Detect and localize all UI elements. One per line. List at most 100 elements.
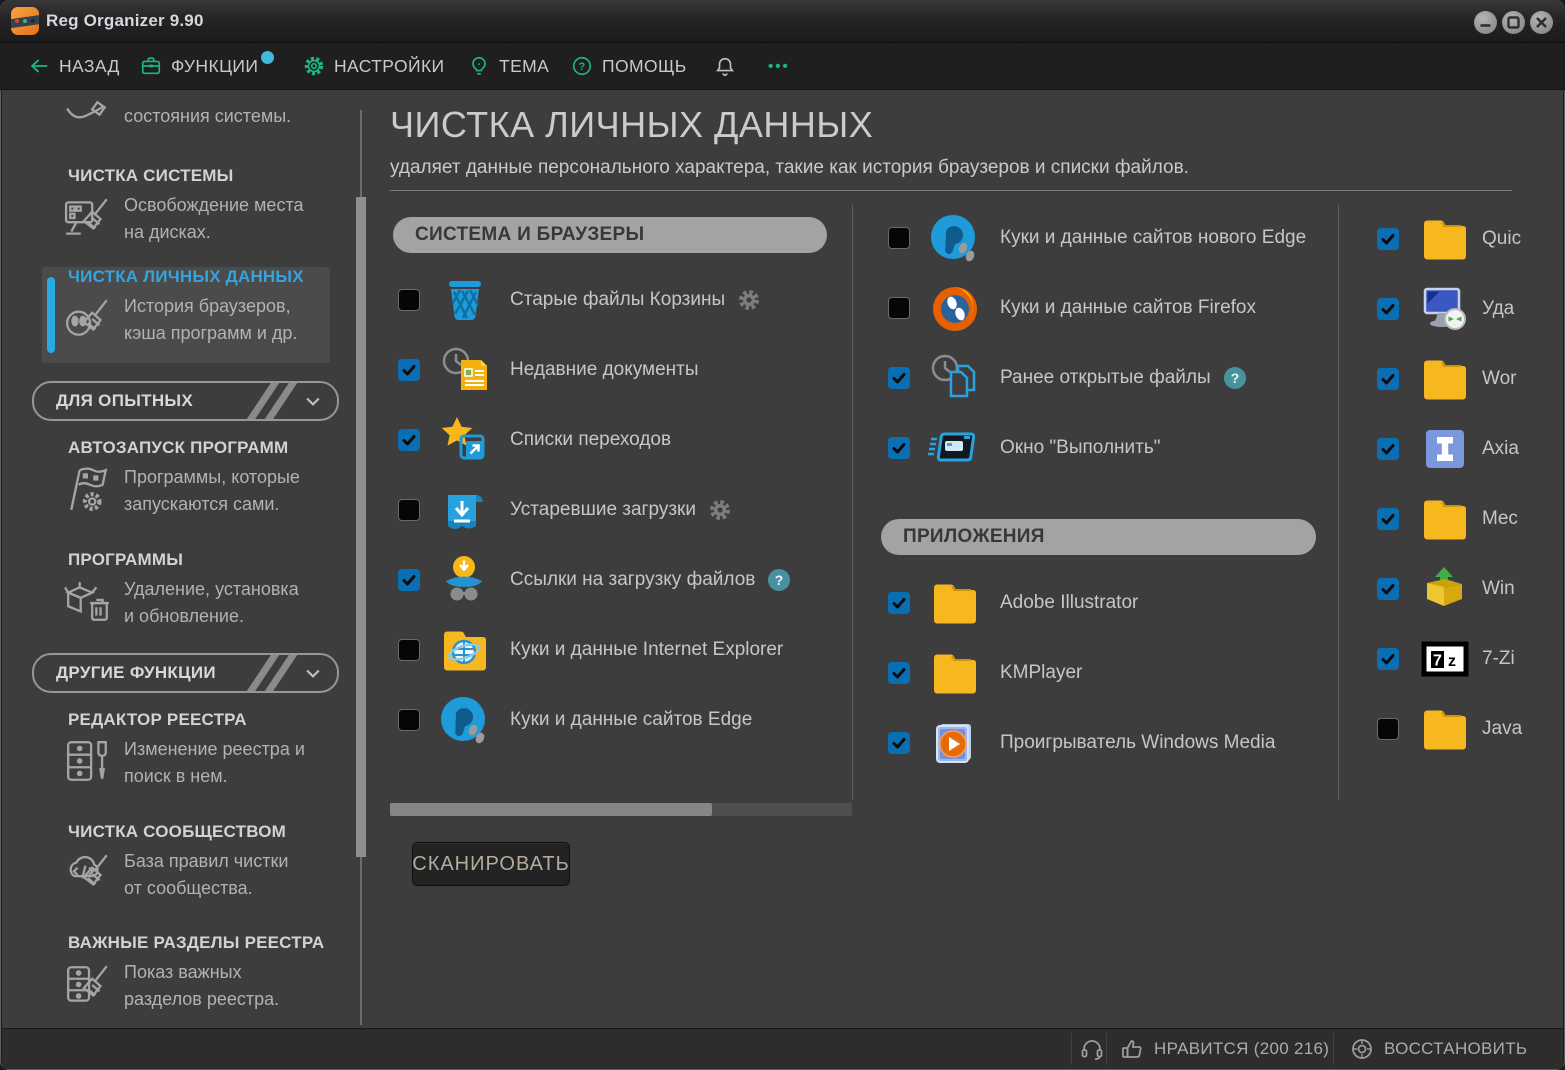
checkbox-checked[interactable] bbox=[1377, 298, 1399, 320]
cleanup-item-row[interactable]: Ссылки на загрузку файлов? bbox=[390, 545, 852, 615]
checkbox-checked[interactable] bbox=[1377, 578, 1399, 600]
svg-text:?: ? bbox=[775, 572, 784, 588]
cleanup-item-row[interactable]: Куки и данные сайтов Firefox bbox=[880, 273, 1338, 343]
section-header-pill: ПРИЛОЖЕНИЯ bbox=[881, 519, 1316, 555]
cleanup-item-row[interactable]: Окно "Выполнить" bbox=[880, 413, 1338, 483]
sidebar-item-programs[interactable]: ПРОГРАММЫУдаление, установкаи обновление… bbox=[2, 550, 352, 660]
checkbox-checked[interactable] bbox=[1377, 438, 1399, 460]
jump-lists-icon bbox=[432, 409, 498, 471]
sidebar-item-important-registry[interactable]: ВАЖНЫЕ РАЗДЕЛЫ РЕЕСТРАПоказ важныхраздел… bbox=[2, 933, 352, 1043]
cleanup-item-row[interactable]: Недавние документы bbox=[390, 335, 852, 405]
notifications-bell-button[interactable] bbox=[714, 43, 736, 89]
cleanup-item-row[interactable]: Win bbox=[1368, 554, 1564, 624]
sidebar-item-system-cleanup[interactable]: ЧИСТКА СИСТЕМЫОсвобождение местана диска… bbox=[2, 166, 352, 276]
checkbox-checked[interactable] bbox=[888, 592, 910, 614]
nav-item-settings[interactable]: НАСТРОЙКИ bbox=[303, 43, 445, 89]
checkbox-checked[interactable] bbox=[398, 569, 420, 591]
cleanup-item-row[interactable]: Mec bbox=[1368, 484, 1564, 554]
more-menu-button[interactable]: ••• bbox=[768, 43, 790, 89]
checkbox-checked[interactable] bbox=[888, 662, 910, 684]
checkbox-checked[interactable] bbox=[398, 359, 420, 381]
checkbox-unchecked[interactable] bbox=[398, 289, 420, 311]
nav-item-help[interactable]: ?ПОМОЩЬ bbox=[571, 43, 687, 89]
cleanup-item-label: Win bbox=[1482, 578, 1515, 600]
nav-item-theme[interactable]: ТЕМА bbox=[468, 43, 549, 89]
sidebar-item-description: Программы, которыезапускаются сами. bbox=[124, 464, 300, 518]
nav-bar: НАЗАД ФУНКЦИИ НАСТРОЙКИ ТЕМА ?ПОМОЩЬ ••• bbox=[0, 43, 1565, 90]
nav-item-back[interactable]: НАЗАД bbox=[28, 43, 120, 89]
cleanup-item-row[interactable]: KMPlayer bbox=[880, 638, 1338, 708]
cleanup-item-row[interactable]: Куки и данные сайтов нового Edge bbox=[880, 203, 1338, 273]
cleanup-item-label: Ранее открытые файлы bbox=[1000, 367, 1211, 389]
cleanup-item-row[interactable]: Axia bbox=[1368, 414, 1564, 484]
sidebar-item-description: Изменение реестра ипоиск в нем. bbox=[124, 736, 305, 790]
checkbox-checked[interactable] bbox=[888, 437, 910, 459]
cleanup-item-row[interactable]: Java bbox=[1368, 694, 1564, 764]
checkbox-checked[interactable] bbox=[1377, 648, 1399, 670]
cleanup-item-label: Java bbox=[1482, 718, 1522, 740]
cleanup-item-row[interactable]: Уда bbox=[1368, 274, 1564, 344]
checkbox-unchecked[interactable] bbox=[398, 499, 420, 521]
help-icon[interactable]: ? bbox=[767, 568, 791, 592]
horizontal-scrollbar-track[interactable] bbox=[390, 803, 852, 816]
settings-gear-icon[interactable] bbox=[737, 288, 761, 312]
sidebar-item-community-cleanup[interactable]: ЧИСТКА СООБЩЕСТВОМБаза правил чисткиот с… bbox=[2, 822, 352, 932]
sidebar-item-private-data-cleanup[interactable]: ЧИСТКА ЛИЧНЫХ ДАННЫХИстория браузеров,кэ… bbox=[2, 267, 352, 377]
restore-button[interactable]: ВОССТАНОВИТЬ bbox=[1350, 1029, 1527, 1069]
cleanup-column-right: Quic УдаWorAxiaMec Win 7z7-Zi Java bbox=[1368, 204, 1564, 764]
checkbox-unchecked[interactable] bbox=[398, 639, 420, 661]
cleanup-item-row[interactable]: Wor bbox=[1368, 344, 1564, 414]
checkbox-unchecked[interactable] bbox=[398, 709, 420, 731]
sidebar-item-autorun[interactable]: АВТОЗАПУСК ПРОГРАММПрограммы, которыезап… bbox=[2, 438, 352, 548]
cleanup-item-row[interactable]: Quic bbox=[1368, 204, 1564, 274]
bell-icon bbox=[714, 55, 736, 77]
minimize-button[interactable] bbox=[1474, 11, 1497, 34]
nav-item-functions[interactable]: ФУНКЦИИ bbox=[140, 43, 258, 89]
support-button[interactable] bbox=[1080, 1029, 1104, 1069]
checkbox-checked[interactable] bbox=[398, 429, 420, 451]
checkbox-checked[interactable] bbox=[1377, 368, 1399, 390]
cleanup-item-row[interactable]: 7z7-Zi bbox=[1368, 624, 1564, 694]
checkbox-checked[interactable] bbox=[888, 367, 910, 389]
axialis-icon bbox=[1412, 418, 1478, 480]
help-circle-icon: ? bbox=[571, 55, 593, 77]
cleanup-item-row[interactable]: Списки переходов bbox=[390, 405, 852, 475]
sidebar-scrollbar-thumb[interactable] bbox=[356, 197, 366, 857]
sidebar-item-registry-editor[interactable]: РЕДАКТОР РЕЕСТРА Изменение реестра ипоиск… bbox=[2, 710, 352, 820]
like-button[interactable]: НРАВИТСЯ (200 216) bbox=[1120, 1029, 1329, 1069]
sidebar-item-title: РЕДАКТОР РЕЕСТРА bbox=[68, 710, 247, 730]
horizontal-scrollbar-thumb[interactable] bbox=[390, 803, 712, 816]
cleanup-item-row[interactable]: Ранее открытые файлы? bbox=[880, 343, 1338, 413]
cleanup-item-row[interactable]: Проигрыватель Windows Media bbox=[880, 708, 1338, 778]
cleanup-item-label: Куки и данные сайтов нового Edge bbox=[1000, 227, 1306, 249]
checkbox-unchecked[interactable] bbox=[888, 297, 910, 319]
settings-gear-icon[interactable] bbox=[708, 498, 732, 522]
sidebar-group-other-functions[interactable]: ДРУГИЕ ФУНКЦИИ bbox=[32, 653, 339, 693]
cleanup-item-row[interactable]: Куки и данные Internet Explorer bbox=[390, 615, 852, 685]
cleanup-item-row[interactable]: Adobe Illustrator bbox=[880, 568, 1338, 638]
checkbox-checked[interactable] bbox=[888, 732, 910, 754]
notification-badge-icon bbox=[261, 51, 274, 64]
maximize-button[interactable] bbox=[1502, 11, 1525, 34]
cleanup-item-label: Quic bbox=[1482, 228, 1521, 250]
sidebar-item-description: История браузеров,кэша программ и др. bbox=[124, 293, 297, 347]
cleanup-item-label: Списки переходов bbox=[510, 429, 671, 451]
scan-button[interactable]: СКАНИРОВАТЬ bbox=[412, 842, 570, 886]
close-button[interactable] bbox=[1530, 11, 1553, 34]
cleanup-item-label: 7-Zi bbox=[1482, 648, 1515, 670]
section-header-pill: СИСТЕМА И БРАУЗЕРЫ bbox=[393, 217, 827, 253]
checkbox-checked[interactable] bbox=[1377, 508, 1399, 530]
lightbulb-icon bbox=[468, 55, 490, 77]
checkbox-checked[interactable] bbox=[1377, 228, 1399, 250]
sidebar-item-description: Освобождение местана дисках. bbox=[124, 192, 304, 246]
help-icon[interactable]: ? bbox=[1223, 366, 1247, 390]
sidebar-group-for-experts[interactable]: ДЛЯ ОПЫТНЫХ bbox=[32, 381, 339, 421]
checkbox-unchecked[interactable] bbox=[1377, 718, 1399, 740]
divider bbox=[1106, 1033, 1107, 1065]
checkbox-unchecked[interactable] bbox=[888, 227, 910, 249]
nav-item-label: НАСТРОЙКИ bbox=[334, 56, 445, 77]
cleanup-item-row[interactable]: Куки и данные сайтов Edge bbox=[390, 685, 852, 755]
cleanup-item-row[interactable]: Старые файлы Корзины bbox=[390, 265, 852, 335]
cleanup-item-row[interactable]: Устаревшие загрузки bbox=[390, 475, 852, 545]
cleanup-item-label: Окно "Выполнить" bbox=[1000, 437, 1160, 459]
